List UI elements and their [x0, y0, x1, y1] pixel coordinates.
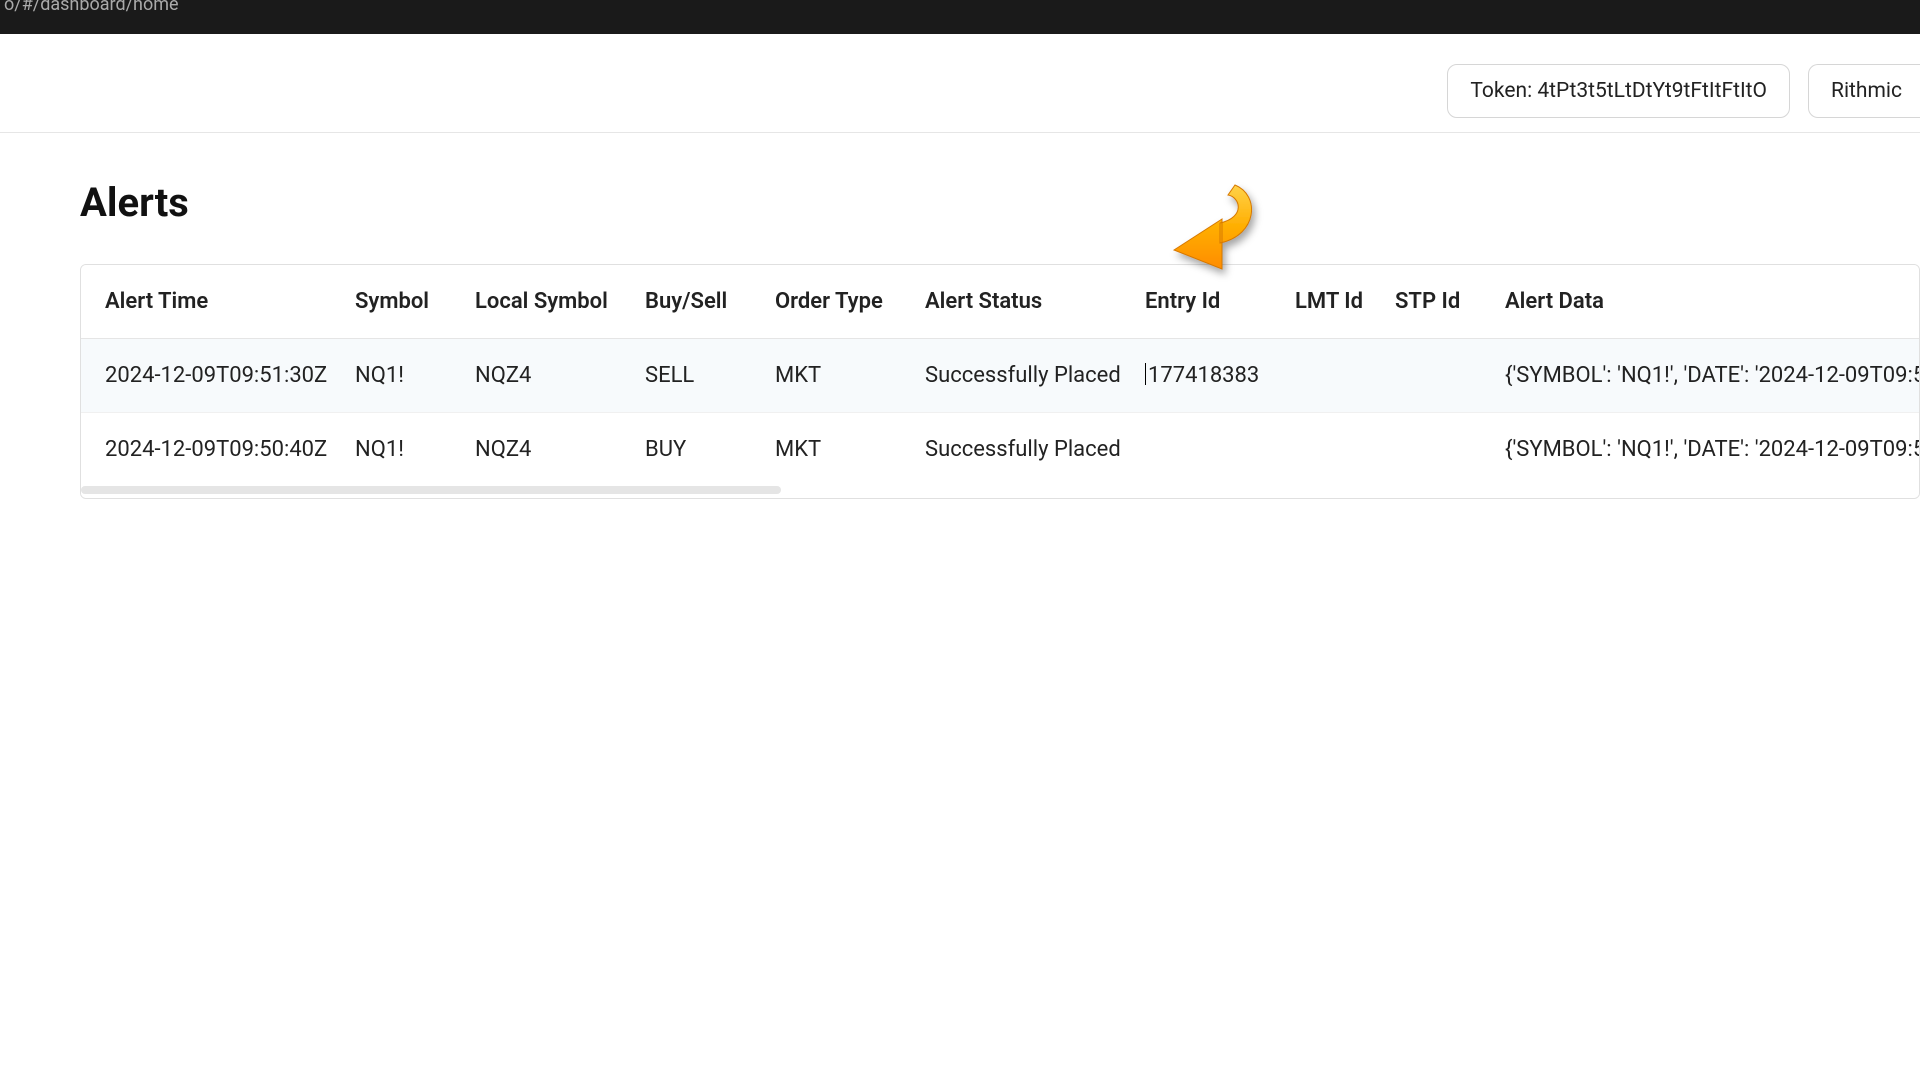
cell-alert-data: {'SYMBOL': 'NQ1!', 'DATE': '2024-12-09T0…: [1481, 339, 1920, 413]
cell-buy-sell: SELL: [621, 339, 751, 413]
alerts-table: Alert Time Symbol Local Symbol Buy/Sell …: [81, 265, 1920, 486]
cell-alert-data: {'SYMBOL': 'NQ1!', 'DATE': '2024-12-09T0…: [1481, 413, 1920, 487]
horizontal-scrollbar[interactable]: [81, 486, 1919, 498]
cell-lmt-id: [1271, 413, 1371, 487]
col-entry-id[interactable]: Entry Id: [1121, 265, 1271, 339]
col-alert-data[interactable]: Alert Data: [1481, 265, 1920, 339]
table-header-row: Alert Time Symbol Local Symbol Buy/Sell …: [81, 265, 1920, 339]
alerts-table-container: Alert Time Symbol Local Symbol Buy/Sell …: [80, 264, 1920, 499]
col-buy-sell[interactable]: Buy/Sell: [621, 265, 751, 339]
cell-entry-id: 177418383: [1121, 339, 1271, 413]
browser-address-bar[interactable]: o/#/dashboard/home: [0, 0, 1920, 34]
col-stp-id[interactable]: STP Id: [1371, 265, 1481, 339]
broker-badge[interactable]: Rithmic: [1808, 64, 1920, 118]
table-row[interactable]: 2024-12-09T09:50:40Z NQ1! NQZ4 BUY MKT S…: [81, 413, 1920, 487]
cell-stp-id: [1371, 339, 1481, 413]
table-row[interactable]: 2024-12-09T09:51:30Z NQ1! NQZ4 SELL MKT …: [81, 339, 1920, 413]
url-text: o/#/dashboard/home: [4, 0, 179, 15]
cell-entry-id: [1121, 413, 1271, 487]
top-bar: Token: 4tPt3t5tLtDtYt9tFtItFtItO Rithmic: [0, 50, 1920, 133]
cell-symbol: NQ1!: [331, 413, 451, 487]
cell-order-type: MKT: [751, 413, 901, 487]
col-alert-status[interactable]: Alert Status: [901, 265, 1121, 339]
col-order-type[interactable]: Order Type: [751, 265, 901, 339]
cell-stp-id: [1371, 413, 1481, 487]
cell-alert-status: Successfully Placed: [901, 339, 1121, 413]
text-cursor-icon: [1145, 363, 1146, 385]
cell-order-type: MKT: [751, 339, 901, 413]
col-lmt-id[interactable]: LMT Id: [1271, 265, 1371, 339]
scrollbar-thumb[interactable]: [81, 486, 781, 494]
cell-alert-status: Successfully Placed: [901, 413, 1121, 487]
page-content: Alerts Alert Time Symbol Local Symbol Bu…: [0, 179, 1920, 499]
cell-local-symbol: NQZ4: [451, 339, 621, 413]
cell-local-symbol: NQZ4: [451, 413, 621, 487]
cell-alert-time: 2024-12-09T09:51:30Z: [81, 339, 331, 413]
entry-id-value: 177418383: [1148, 363, 1259, 388]
cell-symbol: NQ1!: [331, 339, 451, 413]
col-local-symbol[interactable]: Local Symbol: [451, 265, 621, 339]
col-alert-time[interactable]: Alert Time: [81, 265, 331, 339]
cell-buy-sell: BUY: [621, 413, 751, 487]
token-badge[interactable]: Token: 4tPt3t5tLtDtYt9tFtItFtItO: [1447, 64, 1790, 118]
cell-alert-time: 2024-12-09T09:50:40Z: [81, 413, 331, 487]
cell-lmt-id: [1271, 339, 1371, 413]
page-title: Alerts: [80, 179, 1920, 226]
col-symbol[interactable]: Symbol: [331, 265, 451, 339]
